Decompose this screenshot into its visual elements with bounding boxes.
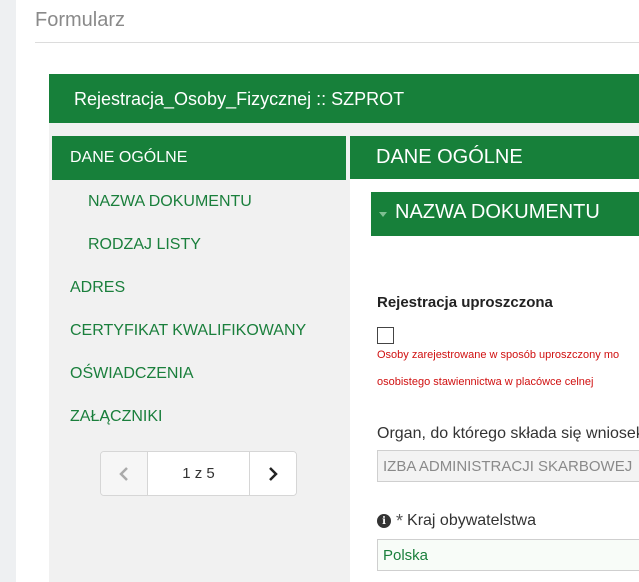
- pager-prev-button[interactable]: [101, 452, 148, 495]
- nav-item-zalaczniki[interactable]: ZAŁĄCZNIKI: [52, 395, 346, 438]
- form-navigation: DANE OGÓLNE NAZWA DOKUMENTU RODZAJ LISTY…: [52, 136, 346, 438]
- country-label-row: i * Kraj obywatelstwa: [377, 512, 536, 530]
- nav-item-rodzaj-listy[interactable]: RODZAJ LISTY: [52, 223, 346, 266]
- nav-item-adres[interactable]: ADRES: [52, 266, 346, 309]
- subsection-header[interactable]: NAZWA DOKUMENTU: [371, 192, 639, 236]
- pager-next-button[interactable]: [249, 452, 296, 495]
- simplified-registration-checkbox[interactable]: [377, 327, 394, 344]
- page-title: Formularz: [35, 9, 126, 31]
- nav-item-certyfikat-kwalifikowany[interactable]: CERTYFIKAT KWALIFIKOWANY: [52, 309, 346, 352]
- asterisk-icon: *: [396, 511, 404, 531]
- nav-item-oswiadczenia[interactable]: OŚWIADCZENIA: [52, 352, 346, 395]
- simplified-registration-label: Rejestracja uproszczona: [377, 294, 553, 311]
- form-header: Rejestracja_Osoby_Fizycznej :: SZPROT: [49, 74, 639, 123]
- info-icon[interactable]: i: [377, 514, 391, 528]
- title-divider: [35, 42, 639, 43]
- simplified-warning-line-1: Osoby zarejestrowane w sposób uproszczon…: [377, 349, 620, 361]
- organ-field[interactable]: IZBA ADMINISTRACJI SKARBOWEJ: [377, 450, 639, 482]
- pager: 1 z 5: [100, 451, 297, 496]
- country-field[interactable]: Polska: [377, 539, 639, 571]
- pager-info: 1 z 5: [182, 465, 215, 482]
- simplified-warning-line-2: osobistego stawiennictwa w placówce celn…: [377, 376, 594, 388]
- chevron-right-icon: [269, 466, 278, 481]
- section-title: DANE OGÓLNE: [350, 136, 639, 179]
- chevron-left-icon: [119, 466, 128, 481]
- form-content: DANE OGÓLNE NAZWA DOKUMENTU Rejestracja …: [350, 136, 639, 582]
- left-sidebar-strip: [0, 0, 16, 582]
- organ-label: Organ, do którego składa się wniosek: [377, 425, 639, 442]
- country-label: Kraj obywatelstwa: [407, 512, 536, 529]
- subsection-title: NAZWA DOKUMENTU: [395, 201, 600, 223]
- nav-item-dane-ogolne[interactable]: DANE OGÓLNE: [52, 136, 346, 180]
- nav-item-nazwa-dokumentu[interactable]: NAZWA DOKUMENTU: [52, 180, 346, 223]
- caret-down-icon: [379, 212, 387, 217]
